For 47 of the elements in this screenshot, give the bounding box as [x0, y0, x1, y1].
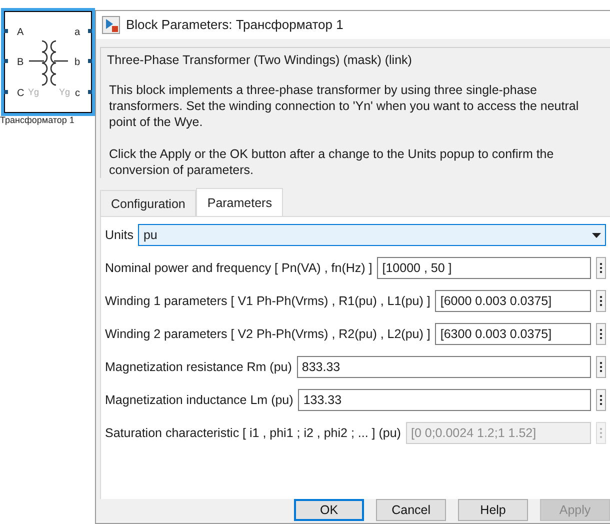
wire-line	[29, 60, 44, 62]
dialog-button[interactable]: OK	[294, 499, 364, 521]
units-dropdown[interactable]: pu	[138, 224, 606, 246]
field-label: Magnetization resistance Rm (pu)	[105, 359, 292, 376]
port-label: B	[17, 57, 24, 68]
block-label: Трансформатор 1	[0, 114, 74, 127]
app-icon	[102, 16, 120, 34]
port-label: C	[17, 88, 24, 99]
winding-label: Yg	[28, 87, 40, 97]
port-label: a	[74, 27, 80, 38]
window-title: Block Parameters: Трансформатор 1	[126, 16, 344, 34]
wire-line	[54, 60, 68, 62]
tab[interactable]: Parameters	[196, 188, 283, 216]
port-icon	[4, 90, 8, 94]
field-label: Winding 1 parameters [ V1 Ph-Ph(Vrms) , R1(pu) , L1(pu) ]	[105, 293, 430, 310]
description-text: This block implements a three-phase transformer by using three single-phase transformers. Set the winding connection to 'Yn' when you want to access the neutral point of the Wye.	[109, 82, 580, 130]
input-field[interactable]: [10000 , 50 ]	[377, 257, 591, 280]
transformer-block[interactable]: A a B b C Yg Yg c	[4, 11, 92, 113]
more-options-icon[interactable]	[596, 290, 606, 312]
caret-icon	[592, 232, 601, 238]
port-icon	[4, 29, 8, 33]
coil-drawing	[41, 40, 57, 86]
input-field[interactable]: 833.33	[296, 356, 591, 378]
port-icon	[88, 90, 92, 94]
field-label: Winding 2 parameters [ V2 Ph-Ph(Vrms) , R2(pu) , L2(pu) ]	[105, 326, 430, 344]
tab[interactable]: Configuration	[100, 190, 196, 216]
more-options-icon[interactable]	[596, 323, 606, 346]
more-options-icon[interactable]	[596, 356, 606, 378]
port-label: c	[75, 88, 80, 99]
port-icon	[4, 59, 8, 63]
more-options-icon[interactable]	[596, 257, 606, 280]
field-label: Nominal power and frequency [ Pn(VA) , fn(Hz) ]	[105, 260, 372, 278]
input-field[interactable]: [6000 0.003 0.0375]	[435, 290, 591, 312]
port-label: b	[74, 57, 80, 68]
input-field[interactable]: 133.33	[298, 389, 591, 412]
winding-label: Yg	[58, 87, 70, 97]
description-text: Click the Apply or the OK button after a change to the Units popup to confirm the conversion of parameters.	[109, 146, 555, 178]
port-icon	[88, 29, 92, 33]
port-icon	[88, 59, 92, 63]
port-label: A	[17, 27, 24, 38]
input-field[interactable]: [6300 0.003 0.0375]	[435, 323, 591, 346]
more-options-icon[interactable]	[596, 389, 606, 412]
field-label: Magnetization inductance Lm (pu)	[105, 392, 294, 410]
dialog-button[interactable]: Help	[458, 499, 528, 521]
field-label: Saturation characteristic [ i1 , phi1 ; i2 , phi2 ; ... ] (pu)	[105, 425, 401, 442]
dialog-button[interactable]: Cancel	[376, 499, 446, 521]
field-label: Units	[105, 227, 134, 244]
